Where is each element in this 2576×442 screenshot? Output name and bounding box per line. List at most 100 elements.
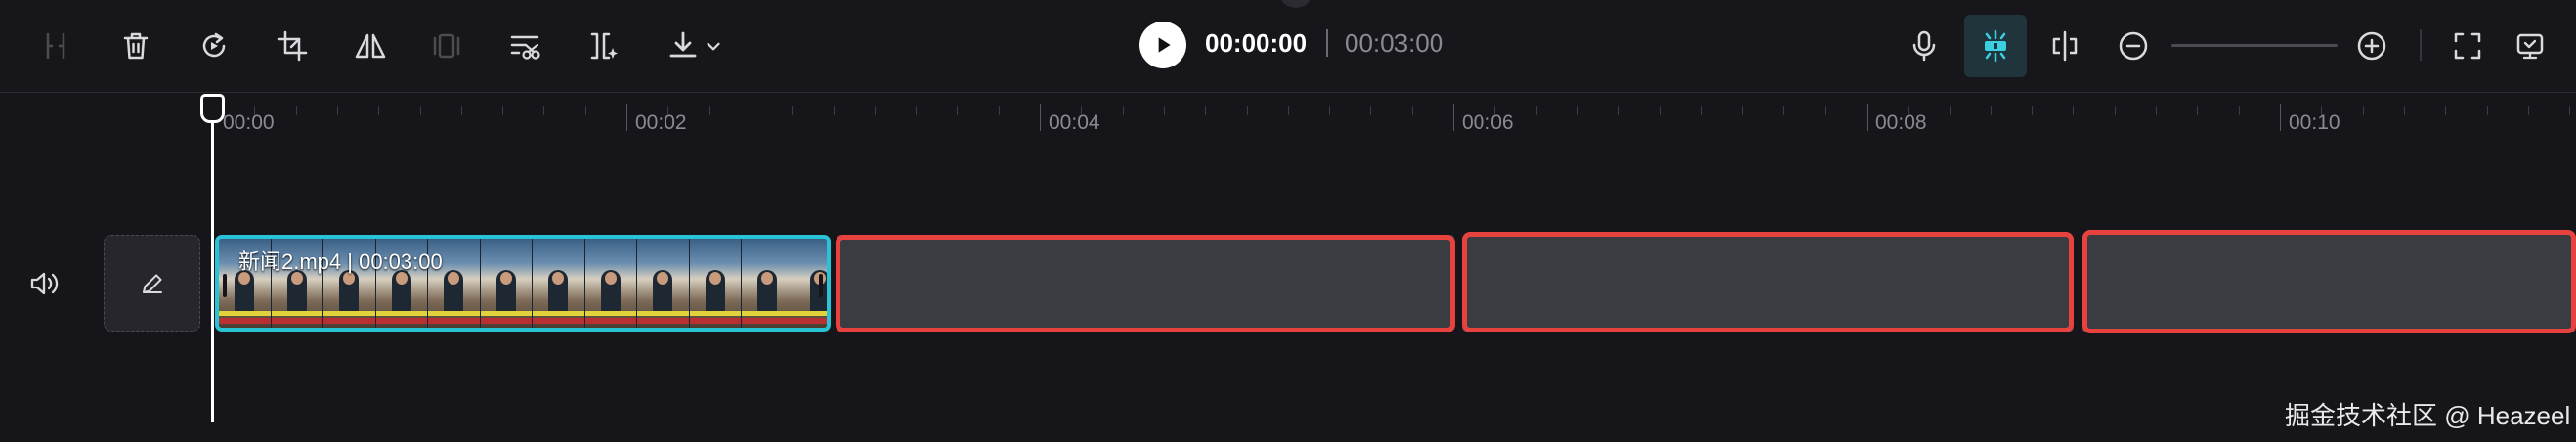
- clip-thumbnail-frame: [637, 239, 690, 328]
- zoom-slider[interactable]: [2171, 44, 2338, 47]
- highlight-box: [2082, 230, 2576, 333]
- playhead-handle[interactable]: [200, 94, 225, 123]
- news-ticker: [689, 311, 741, 316]
- clip-thumbnail-frame: [584, 239, 637, 328]
- ruler-tick: [2445, 106, 2446, 115]
- ruler-tick: [337, 106, 338, 115]
- replay-button[interactable]: [190, 22, 238, 70]
- ruler-tick: [1123, 106, 1124, 115]
- ruler-tick: [2528, 106, 2529, 115]
- ruler-tick: [2569, 106, 2570, 115]
- ruler-major-tick: [1453, 104, 1454, 131]
- ruler-label: 00:04: [1049, 111, 1100, 134]
- clip-thumbnail-frame: [689, 239, 742, 328]
- news-banner: [428, 318, 480, 324]
- ruler-tick: [1991, 106, 1992, 115]
- ruler-tick: [2156, 106, 2157, 115]
- ruler-tick: [1742, 106, 1743, 115]
- freeze-button[interactable]: [422, 22, 471, 70]
- ruler-major-tick: [626, 104, 627, 131]
- news-banner: [375, 318, 427, 324]
- ruler-label: 00:02: [635, 111, 687, 134]
- trim-button[interactable]: [500, 22, 549, 70]
- anchor-face: [604, 272, 617, 285]
- ruler-label: 00:08: [1875, 111, 1927, 134]
- ruler-tick: [461, 106, 462, 115]
- snap-toggle-button[interactable]: [1964, 15, 2027, 77]
- news-banner: [689, 318, 741, 324]
- ruler-label: 00:10: [2289, 111, 2340, 134]
- split-button[interactable]: [31, 22, 80, 70]
- ruler-tick: [1618, 106, 1619, 115]
- news-banner: [794, 318, 827, 324]
- ruler-tick: [834, 106, 835, 115]
- download-icon: [669, 31, 697, 58]
- news-ticker: [323, 311, 375, 316]
- time-ruler[interactable]: 00:00 00:02 00:04 00:06 00:08 00:10: [213, 92, 2576, 141]
- editor-toolbar: 00:00:00 00:03:00: [0, 0, 2576, 93]
- ruler-tick: [1660, 106, 1661, 115]
- magnet-icon: [1985, 29, 2006, 63]
- ruler-tick: [2363, 106, 2364, 115]
- clip-trim-handle-left[interactable]: [223, 274, 227, 297]
- play-button[interactable]: [1139, 22, 1186, 68]
- edit-cover-button[interactable]: [104, 235, 200, 332]
- split-view-icon: [2052, 30, 2078, 62]
- preview-button[interactable]: [2506, 22, 2555, 70]
- ruler-tick: [667, 106, 668, 115]
- zoom-out-button[interactable]: [2109, 22, 2158, 70]
- ruler-tick: [1329, 106, 1330, 115]
- track-mute-button[interactable]: [25, 264, 64, 303]
- ruler-tick: [1412, 106, 1413, 115]
- playhead[interactable]: [211, 115, 214, 422]
- pencil-icon: [142, 273, 162, 293]
- anchor-face: [708, 272, 721, 285]
- auto-cut-button[interactable]: [579, 22, 627, 70]
- news-banner: [742, 318, 794, 324]
- ruler-tick: [1288, 106, 1289, 115]
- ruler-tick: [585, 106, 586, 115]
- top-knob: [1278, 0, 1313, 8]
- ruler-tick: [420, 106, 421, 115]
- time-separator: [1326, 29, 1328, 57]
- anchor-face: [448, 272, 459, 285]
- freeze-icon: [433, 33, 460, 59]
- split-view-button[interactable]: [2040, 22, 2089, 70]
- toolbar-divider: [2420, 29, 2422, 61]
- download-button[interactable]: [655, 22, 733, 70]
- video-clip[interactable]: 新闻2.mp4 | 00:03:00: [215, 235, 831, 332]
- anchor-face: [761, 272, 773, 285]
- ruler-tick: [999, 106, 1000, 115]
- mirror-button[interactable]: [346, 22, 395, 70]
- ruler-tick: [2197, 106, 2198, 115]
- news-ticker: [271, 311, 322, 316]
- anchor-face: [499, 272, 512, 285]
- delete-icon: [123, 32, 149, 60]
- record-voice-button[interactable]: [1900, 22, 1949, 70]
- fullscreen-icon: [2454, 32, 2481, 60]
- zoom-in-button[interactable]: [2347, 22, 2396, 70]
- ruler-tick: [792, 106, 793, 115]
- news-ticker: [219, 311, 271, 316]
- news-ticker: [637, 311, 689, 316]
- ruler-tick: [2487, 106, 2488, 115]
- watermark: 掘金技术社区 @ Heazeel: [2285, 401, 2571, 430]
- news-banner: [584, 318, 636, 324]
- ruler-tick: [1577, 106, 1578, 115]
- fullscreen-button[interactable]: [2443, 22, 2492, 70]
- news-banner: [271, 318, 322, 324]
- news-banner: [480, 318, 532, 324]
- ruler-tick: [2115, 106, 2116, 115]
- ruler-tick: [2239, 106, 2240, 115]
- clip-trim-handle-right[interactable]: [819, 274, 823, 297]
- delete-button[interactable]: [111, 22, 160, 70]
- ruler-tick: [254, 106, 255, 115]
- ruler-tick: [2032, 106, 2033, 115]
- ruler-tick: [2321, 106, 2322, 115]
- crop-button[interactable]: [268, 22, 317, 70]
- ruler-label: 00:00: [223, 111, 275, 134]
- anchor-face: [657, 272, 668, 285]
- highlight-box: [836, 235, 1455, 332]
- news-banner: [219, 318, 271, 324]
- ruler-tick: [502, 106, 503, 115]
